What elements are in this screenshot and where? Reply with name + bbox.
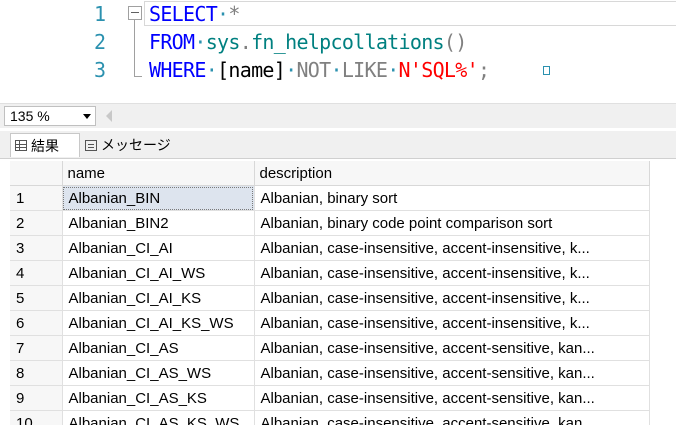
- results-grid[interactable]: name description 1 Albanian_BIN Albanian, …: [10, 161, 676, 425]
- row-number[interactable]: 3: [10, 235, 63, 261]
- cell-description[interactable]: Albanian, case-insensitive, accent-insen…: [254, 235, 650, 261]
- table-row[interactable]: 4 Albanian_CI_AI_WS Albanian, case-insensi…: [10, 260, 650, 286]
- cell-name[interactable]: Albanian_CI_AI_WS: [62, 260, 255, 286]
- zoom-dropdown[interactable]: 135 %: [4, 106, 96, 126]
- cell-name[interactable]: Albanian_CI_AS: [62, 335, 255, 361]
- code-text[interactable]: SELECT·*: [149, 1, 240, 28]
- table-row[interactable]: 2 Albanian_BIN2 Albanian, binary code poin…: [10, 210, 650, 236]
- tab-messages-label: メッセージ: [101, 137, 171, 153]
- column-header-name[interactable]: name: [62, 161, 255, 186]
- cell-name[interactable]: Albanian_CI_AI_KS: [62, 285, 255, 311]
- string-literal: N'SQL%': [398, 58, 479, 82]
- operator: *: [228, 2, 240, 26]
- row-number[interactable]: 7: [10, 335, 63, 361]
- line-number: 3: [93, 58, 106, 82]
- space-marker: ·: [387, 58, 399, 82]
- operator: .: [239, 30, 252, 54]
- table-row[interactable]: 7 Albanian_CI_AS Albanian, case-insensitiv…: [10, 335, 650, 361]
- space-marker: ·: [217, 2, 229, 26]
- tab-messages[interactable]: メッセージ: [81, 133, 177, 157]
- table-row[interactable]: 3 Albanian_CI_AI Albanian, case-insensitiv…: [10, 235, 650, 261]
- cell-description[interactable]: Albanian, case-insensitive, accent-sensi…: [254, 385, 650, 411]
- grid-icon: [15, 140, 27, 151]
- chevron-down-icon[interactable]: [83, 114, 91, 119]
- row-number[interactable]: 10: [10, 410, 63, 425]
- schema-name: sys: [205, 30, 241, 54]
- operator: (): [443, 30, 467, 54]
- query-editor[interactable]: 1 SELECT·* 2 FROM·sys.fn_helpcollations(…: [0, 0, 676, 98]
- results-tab-strip: 結果 メッセージ: [0, 131, 676, 159]
- row-number[interactable]: 2: [10, 210, 63, 236]
- operator: ;: [477, 58, 490, 82]
- cell-description[interactable]: Albanian, binary code point comparison s…: [254, 210, 650, 236]
- keyword: WHERE: [149, 58, 206, 82]
- row-number[interactable]: 6: [10, 310, 63, 336]
- cell-description[interactable]: Albanian, binary sort: [254, 185, 650, 211]
- table-row[interactable]: 8 Albanian_CI_AS_WS Albanian, case-insensi…: [10, 360, 650, 386]
- zoom-value: 135 %: [10, 108, 50, 124]
- keyword: SELECT: [149, 2, 218, 26]
- operator: LIKE: [341, 58, 388, 82]
- table-row[interactable]: 1 Albanian_BIN Albanian, binary sort: [10, 185, 650, 211]
- cell-name[interactable]: Albanian_CI_AI: [62, 235, 255, 261]
- row-number[interactable]: 5: [10, 285, 63, 311]
- grid-header-row: name description: [10, 161, 650, 186]
- scroll-left-arrow-icon[interactable]: [106, 110, 112, 122]
- tab-results-label: 結果: [31, 137, 59, 154]
- code-text[interactable]: WHERE·[name]·NOT·LIKE·N'SQL%';: [149, 57, 490, 84]
- code-text[interactable]: FROM·sys.fn_helpcollations(): [149, 29, 467, 56]
- line-number: 1: [93, 2, 106, 26]
- messages-icon: [85, 139, 97, 151]
- space-marker: ·: [194, 30, 206, 54]
- cell-description[interactable]: Albanian, case-insensitive, accent-insen…: [254, 310, 650, 336]
- cell-name[interactable]: Albanian_CI_AI_KS_WS: [62, 310, 255, 336]
- table-row[interactable]: 9 Albanian_CI_AS_KS Albanian, case-insensi…: [10, 385, 650, 411]
- tab-results[interactable]: 結果: [10, 133, 80, 157]
- operator: NOT: [296, 58, 331, 82]
- cell-description[interactable]: Albanian, case-insensitive, accent-sensi…: [254, 360, 650, 386]
- row-number[interactable]: 1: [10, 185, 63, 211]
- column-header-description[interactable]: description: [254, 161, 650, 186]
- table-row[interactable]: 6 Albanian_CI_AI_KS_WS Albanian, case-inse…: [10, 310, 650, 336]
- code-line-3[interactable]: 3 WHERE·[name]·NOT·LIKE·N'SQL%';: [0, 57, 676, 84]
- space-marker: ·: [330, 58, 342, 82]
- space-marker: ·: [285, 58, 297, 82]
- row-number[interactable]: 9: [10, 385, 63, 411]
- cell-description[interactable]: Albanian, case-insensitive, accent-sensi…: [254, 410, 650, 425]
- identifier: [name]: [217, 58, 286, 82]
- cell-name[interactable]: Albanian_CI_AS_KS_WS: [62, 410, 255, 425]
- row-number[interactable]: 8: [10, 360, 63, 386]
- space-marker: ·: [205, 58, 218, 82]
- cell-name[interactable]: Albanian_CI_AS_KS: [62, 385, 255, 411]
- table-row[interactable]: 10 Albanian_CI_AS_KS_WS Albanian, case-ins…: [10, 410, 650, 425]
- cell-name[interactable]: Albanian_BIN: [62, 185, 255, 211]
- keyword: FROM: [149, 30, 195, 54]
- code-line-2[interactable]: 2 FROM·sys.fn_helpcollations(): [0, 29, 676, 56]
- code-line-1[interactable]: 1 SELECT·*: [0, 1, 676, 28]
- cell-description[interactable]: Albanian, case-insensitive, accent-sensi…: [254, 335, 650, 361]
- corner-header[interactable]: [10, 161, 63, 186]
- table-row[interactable]: 5 Albanian_CI_AI_KS Albanian, case-insensi…: [10, 285, 650, 311]
- cell-description[interactable]: Albanian, case-insensitive, accent-insen…: [254, 260, 650, 286]
- line-end-marker: [543, 66, 550, 75]
- row-number[interactable]: 4: [10, 260, 63, 286]
- cell-name[interactable]: Albanian_CI_AS_WS: [62, 360, 255, 386]
- function-name: fn_helpcollations: [251, 30, 445, 54]
- cell-description[interactable]: Albanian, case-insensitive, accent-insen…: [254, 285, 650, 311]
- editor-status-bar: 135 %: [0, 103, 676, 128]
- cell-name[interactable]: Albanian_BIN2: [62, 210, 255, 236]
- line-number: 2: [93, 30, 106, 54]
